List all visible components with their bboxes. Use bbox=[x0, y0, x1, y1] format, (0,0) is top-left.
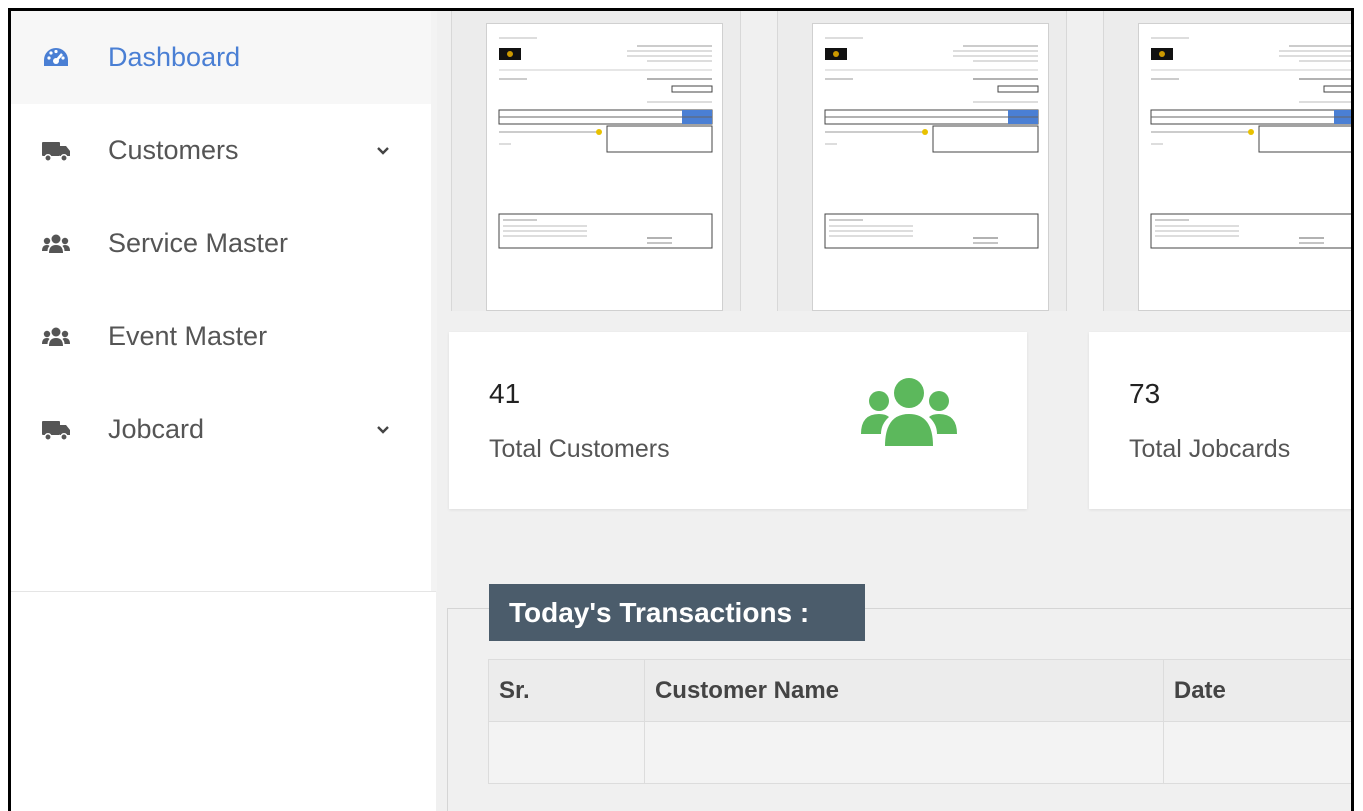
truck-icon bbox=[41, 138, 71, 164]
table-cell bbox=[1162, 721, 1351, 784]
sidebar-item-label: Dashboard bbox=[108, 42, 241, 72]
sidebar-item-customers[interactable]: Customers bbox=[11, 104, 431, 197]
invoice-preview[interactable] bbox=[451, 11, 741, 311]
stat-count: 73 bbox=[1129, 378, 1161, 409]
invoice-thumbnail bbox=[1138, 23, 1351, 311]
transactions-table: Sr. Customer Name Date bbox=[488, 659, 1351, 784]
stat-label: Total Jobcards bbox=[1129, 435, 1291, 463]
users-icon bbox=[41, 324, 71, 350]
table-cell bbox=[643, 721, 1164, 784]
chevron-down-icon[interactable] bbox=[374, 421, 392, 439]
sidebar-item-event-master[interactable]: Event Master bbox=[11, 290, 431, 383]
invoice-thumbnail bbox=[486, 23, 723, 311]
stat-card-jobcards[interactable]: 73 Total Jobcards bbox=[1089, 332, 1351, 509]
table-cell bbox=[488, 721, 645, 784]
chevron-down-icon[interactable] bbox=[374, 142, 392, 160]
invoice-preview[interactable] bbox=[1103, 11, 1351, 311]
sidebar-item-label: Customers bbox=[108, 135, 239, 165]
invoice-preview[interactable] bbox=[777, 11, 1067, 311]
section-title: Today's Transactions : bbox=[489, 584, 865, 641]
main-content: 41 Total Customers 73 Total Jobcards Tod… bbox=[437, 11, 1351, 811]
column-header[interactable]: Sr. bbox=[488, 659, 645, 722]
sidebar: Dashboard Customers Service Master Event… bbox=[11, 11, 431, 591]
users-icon bbox=[859, 376, 959, 451]
sidebar-item-jobcard[interactable]: Jobcard bbox=[11, 383, 431, 476]
stat-card-customers[interactable]: 41 Total Customers bbox=[449, 332, 1027, 509]
app-window: Dashboard Customers Service Master Event… bbox=[8, 8, 1354, 811]
sidebar-footer-area bbox=[11, 591, 436, 811]
users-icon bbox=[41, 231, 71, 257]
sidebar-item-dashboard[interactable]: Dashboard bbox=[11, 11, 431, 104]
sidebar-item-label: Jobcard bbox=[108, 414, 205, 444]
sidebar-item-label: Event Master bbox=[108, 321, 268, 351]
column-header[interactable]: Date bbox=[1162, 659, 1351, 722]
table-header-row: Sr. Customer Name Date bbox=[488, 659, 1351, 722]
stat-count: 41 bbox=[489, 378, 521, 409]
truck-icon bbox=[41, 417, 71, 443]
invoice-thumbnail bbox=[812, 23, 1049, 311]
stat-label: Total Customers bbox=[489, 435, 670, 463]
table-row bbox=[488, 721, 1351, 784]
sidebar-item-label: Service Master bbox=[108, 228, 289, 258]
tachometer-icon bbox=[41, 45, 71, 71]
sidebar-item-service-master[interactable]: Service Master bbox=[11, 197, 431, 290]
column-header[interactable]: Customer Name bbox=[643, 659, 1164, 722]
